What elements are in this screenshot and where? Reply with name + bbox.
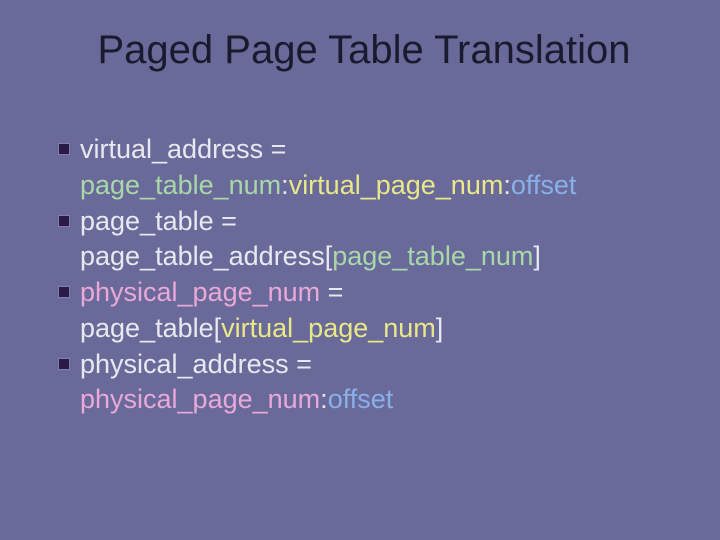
text-plain: : [281, 170, 289, 200]
text-highlight-blue: offset [328, 384, 394, 414]
list-item-line2: page_table_address[page_table_num] [80, 240, 541, 274]
list-item-continuation: page_table[virtual_page_num] [58, 312, 680, 346]
list-item: physical_address = [58, 348, 680, 382]
bullet-icon [58, 286, 70, 298]
text-highlight-blue: offset [511, 170, 577, 200]
text-plain: : [320, 384, 328, 414]
text-highlight-yellow: virtual_page_num [289, 170, 504, 200]
slide: Paged Page Table Translation virtual_add… [0, 0, 720, 540]
list-item: page_table = [58, 205, 680, 239]
list-item: virtual_address = [58, 133, 680, 167]
list-item-line1: page_table = [80, 205, 237, 239]
text-plain: ] [436, 313, 444, 343]
text-plain: : [503, 170, 511, 200]
text-highlight-pink: physical_page_num [80, 384, 320, 414]
text-highlight-yellow: virtual_page_num [221, 313, 436, 343]
slide-title: Paged Page Table Translation [48, 28, 680, 73]
text-plain: page_table_address[ [80, 241, 332, 271]
text-plain: page_table[ [80, 313, 221, 343]
bullet-icon [58, 143, 70, 155]
text-plain: ] [533, 241, 541, 271]
bullet-icon [58, 215, 70, 227]
bullet-icon [58, 358, 70, 370]
list-item-line1: physical_address = [80, 348, 312, 382]
text-plain: = [320, 277, 343, 307]
list-item-line2: page_table_num:virtual_page_num:offset [80, 169, 576, 203]
list-item-line1: virtual_address = [80, 133, 286, 167]
list-item-continuation: physical_page_num:offset [58, 383, 680, 417]
list-item-line2: page_table[virtual_page_num] [80, 312, 443, 346]
list-item: physical_page_num = [58, 276, 680, 310]
text-highlight-green: page_table_num [80, 170, 281, 200]
text-highlight-green: page_table_num [332, 241, 533, 271]
list-item-continuation: page_table_address[page_table_num] [58, 240, 680, 274]
list-item-continuation: page_table_num:virtual_page_num:offset [58, 169, 680, 203]
list-item-line2: physical_page_num:offset [80, 383, 393, 417]
list-item-line1: physical_page_num = [80, 276, 343, 310]
slide-content: virtual_address = page_table_num:virtual… [48, 133, 680, 417]
text-highlight-pink: physical_page_num [80, 277, 320, 307]
